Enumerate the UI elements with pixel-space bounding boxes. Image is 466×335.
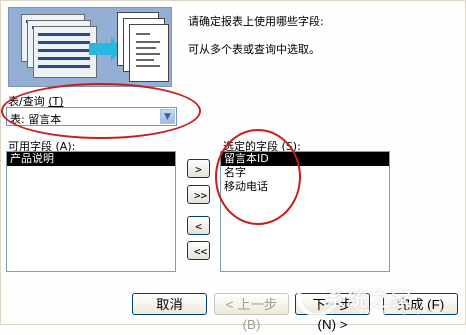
list-item[interactable]: 产品说明 [7, 152, 175, 166]
add-field-button[interactable]: > [187, 159, 210, 178]
remove-all-fields-button[interactable]: << [187, 241, 210, 260]
available-fields-list[interactable]: 产品说明 [6, 151, 176, 272]
remove-field-button[interactable]: < [187, 216, 210, 235]
cancel-button[interactable]: 取消 [132, 293, 207, 315]
instruction-line-2: 可从多个表或查询中选取。 [188, 43, 320, 56]
wizard-illustration [8, 7, 172, 87]
annotation-oval-source [1, 83, 201, 139]
annotation-oval-fields [215, 129, 301, 225]
watermark-url: www.xitongzhijia.net [359, 307, 443, 316]
wizard-window: 请确定报表上使用哪些字段: 可从多个表或查询中选取。 表/查询 (T) 表: 留… [0, 0, 466, 332]
instruction-line-1: 请确定报表上使用哪些字段: [188, 15, 324, 28]
back-button[interactable]: < 上一步 (B) [214, 293, 289, 332]
watermark-logo: 系统之家 www.xitongzhijia.net [297, 271, 462, 319]
arrow-right-icon [89, 37, 122, 61]
add-all-fields-button[interactable]: >> [187, 185, 210, 204]
